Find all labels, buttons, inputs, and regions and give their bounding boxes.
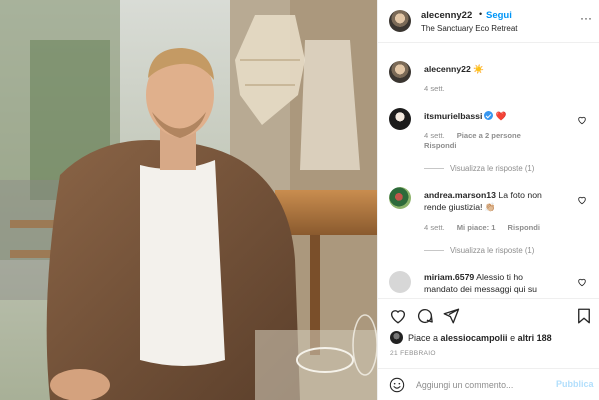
- caption-text: alecenny22 ☀️: [424, 63, 574, 75]
- likes-prefix: Piace a: [408, 333, 441, 343]
- likes-middle: e: [507, 333, 518, 343]
- emoji-icon[interactable]: [389, 377, 405, 393]
- verified-badge-icon: [484, 111, 494, 120]
- bookmark-icon[interactable]: [575, 307, 593, 325]
- comment-body-line1: La foto non: [498, 190, 542, 200]
- comment-avatar[interactable]: [389, 187, 411, 209]
- comment-likes[interactable]: Piace a 2 persone: [457, 131, 521, 140]
- comments-list[interactable]: alecenny22 ☀️ 4 sett. itsmurielbassi ❤️ …: [378, 44, 599, 298]
- comment-time: 4 sett.: [424, 131, 445, 140]
- comment-text: andrea.marson13 La foto non rende giusti…: [424, 189, 574, 213]
- comment-body-line2: mandato dei messaggi qui su: [424, 284, 538, 294]
- post-sidebar: alecenny22 • Segui The Sanctuary Eco Ret…: [377, 0, 599, 400]
- comment-text: miriam.6579 Alessio ti ho mandato dei me…: [424, 271, 574, 295]
- caption-username[interactable]: alecenny22: [424, 64, 471, 74]
- comment-body-line2: rende giustizia! 👏🏼: [424, 202, 496, 212]
- follow-button[interactable]: Segui: [486, 10, 512, 21]
- comment-like-heart-icon[interactable]: [577, 277, 587, 287]
- reply-button[interactable]: Rispondi: [424, 141, 456, 150]
- comment-likes[interactable]: Mi piace: 1: [457, 223, 496, 232]
- comment-like-heart-icon[interactable]: [577, 115, 587, 125]
- liker-username[interactable]: alessiocampolii: [441, 333, 508, 343]
- comment-username[interactable]: miriam.6579: [424, 272, 474, 282]
- comment-icon[interactable]: [416, 307, 434, 325]
- divider-line: [424, 168, 444, 170]
- caption-emoji: ☀️: [473, 64, 485, 74]
- comment-time: 4 sett.: [424, 223, 445, 232]
- post-actions: Piace a alessiocampolii e altri 188 21 F…: [378, 298, 599, 368]
- likes-others[interactable]: altri 188: [518, 333, 552, 343]
- comment-meta: 4 sett. Piace a 2 persone: [424, 131, 533, 140]
- comment-avatar[interactable]: [389, 108, 411, 130]
- caption-avatar[interactable]: [389, 61, 411, 83]
- add-comment-bar: Pubblica: [378, 368, 599, 400]
- comment-meta: 4 sett. Mi piace: 1 Rispondi: [424, 223, 552, 232]
- liker-avatar[interactable]: [390, 331, 403, 344]
- author-username[interactable]: alecenny22: [421, 10, 472, 21]
- post-photo[interactable]: [0, 0, 377, 400]
- comment-body-line1: Alessio ti ho: [476, 272, 524, 282]
- show-replies-button[interactable]: Visualizza le risposte (1): [424, 164, 534, 173]
- paper-plane-icon[interactable]: [442, 307, 460, 325]
- comment-like-heart-icon[interactable]: [577, 195, 587, 205]
- more-options-icon[interactable]: ···: [580, 11, 592, 25]
- likes-summary[interactable]: Piace a alessiocampolii e altri 188: [408, 333, 552, 343]
- comment-username[interactable]: andrea.marson13: [424, 190, 496, 200]
- show-replies-button[interactable]: Visualizza le risposte (1): [424, 246, 534, 255]
- reply-button[interactable]: Rispondi: [508, 223, 540, 232]
- photo-illustration: [0, 0, 377, 400]
- comment-avatar[interactable]: [389, 271, 411, 293]
- caption-time: 4 sett.: [424, 84, 445, 93]
- post-date[interactable]: 21 FEBBRAIO: [390, 350, 436, 357]
- post-header: alecenny22 • Segui The Sanctuary Eco Ret…: [378, 0, 599, 43]
- comment-input[interactable]: [416, 378, 546, 392]
- heart-icon[interactable]: [389, 307, 407, 325]
- comment-username[interactable]: itsmurielbassi: [424, 111, 482, 121]
- show-replies-label: Visualizza le risposte (1): [450, 246, 535, 255]
- comment-body: ❤️: [495, 111, 507, 121]
- show-replies-label: Visualizza le risposte (1): [450, 164, 535, 173]
- divider-line: [424, 250, 444, 252]
- author-avatar[interactable]: [389, 10, 411, 32]
- comment-text: itsmurielbassi ❤️: [424, 110, 574, 122]
- separator-dot: •: [479, 9, 483, 19]
- publish-button[interactable]: Pubblica: [556, 379, 594, 389]
- location-link[interactable]: The Sanctuary Eco Retreat: [421, 24, 518, 33]
